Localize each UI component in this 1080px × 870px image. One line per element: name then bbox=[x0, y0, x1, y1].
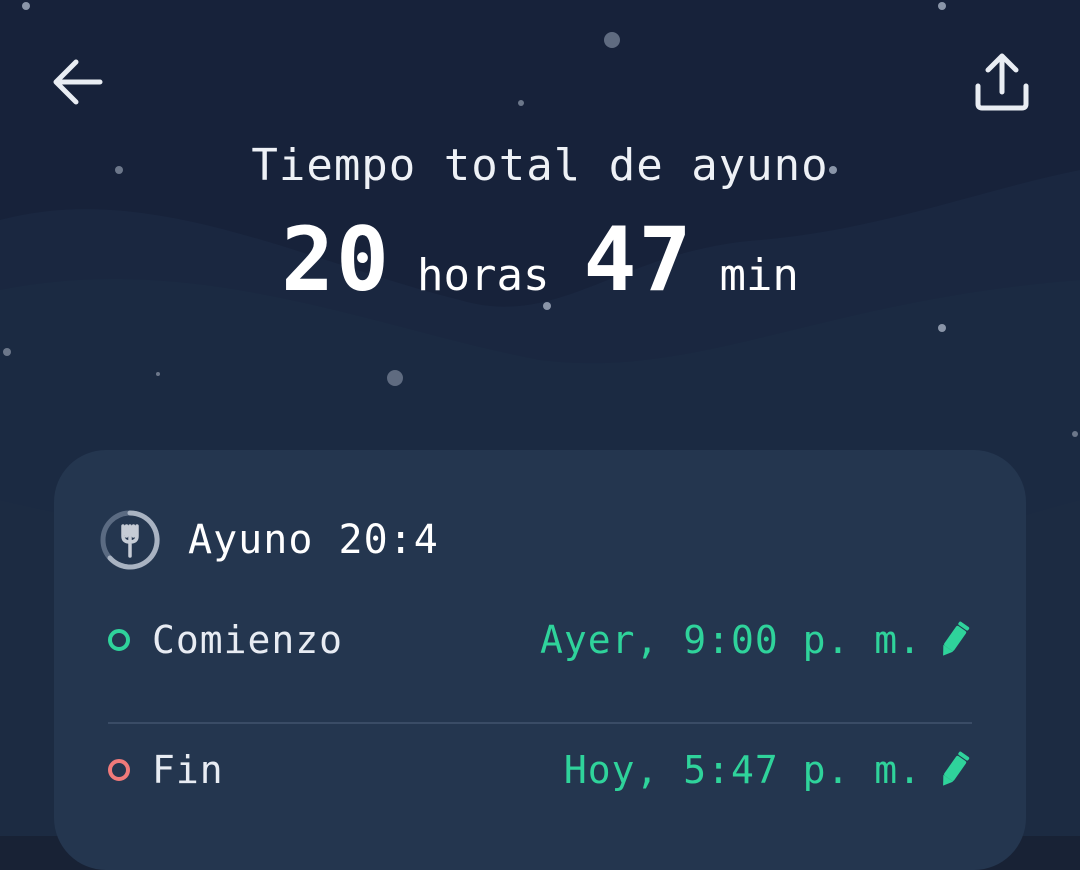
hours-value: 20 bbox=[281, 208, 392, 311]
end-status-dot bbox=[108, 759, 130, 781]
plan-name: Ayuno 20:4 bbox=[188, 517, 439, 563]
fast-plan: Ayuno 20:4 bbox=[98, 508, 439, 572]
share-button[interactable] bbox=[970, 50, 1034, 114]
row-divider bbox=[108, 722, 972, 724]
hours-unit: horas bbox=[417, 250, 550, 301]
start-status-dot bbox=[108, 629, 130, 651]
back-button[interactable] bbox=[46, 50, 110, 114]
minutes-unit: min bbox=[719, 250, 799, 301]
pencil-icon[interactable] bbox=[936, 620, 972, 660]
end-label: Fin bbox=[152, 748, 224, 792]
fast-details-card: Ayuno 20:4 Comienzo Ayer, 9:00 p. m. Fin… bbox=[54, 450, 1026, 870]
end-time[interactable]: Hoy, 5:47 p. m. bbox=[564, 748, 922, 792]
share-upload-icon bbox=[975, 53, 1029, 111]
end-row: Fin Hoy, 5:47 p. m. bbox=[108, 740, 972, 800]
arrow-left-icon bbox=[53, 59, 103, 105]
pencil-icon[interactable] bbox=[936, 750, 972, 790]
start-time[interactable]: Ayer, 9:00 p. m. bbox=[540, 618, 922, 662]
minutes-value: 47 bbox=[583, 208, 694, 311]
total-fasting-time: 20 horas 47 min bbox=[0, 208, 1080, 311]
fork-timer-icon bbox=[100, 510, 160, 570]
start-label: Comienzo bbox=[152, 618, 344, 662]
start-row: Comienzo Ayer, 9:00 p. m. bbox=[108, 610, 972, 670]
total-fasting-title: Tiempo total de ayuno bbox=[251, 140, 829, 191]
